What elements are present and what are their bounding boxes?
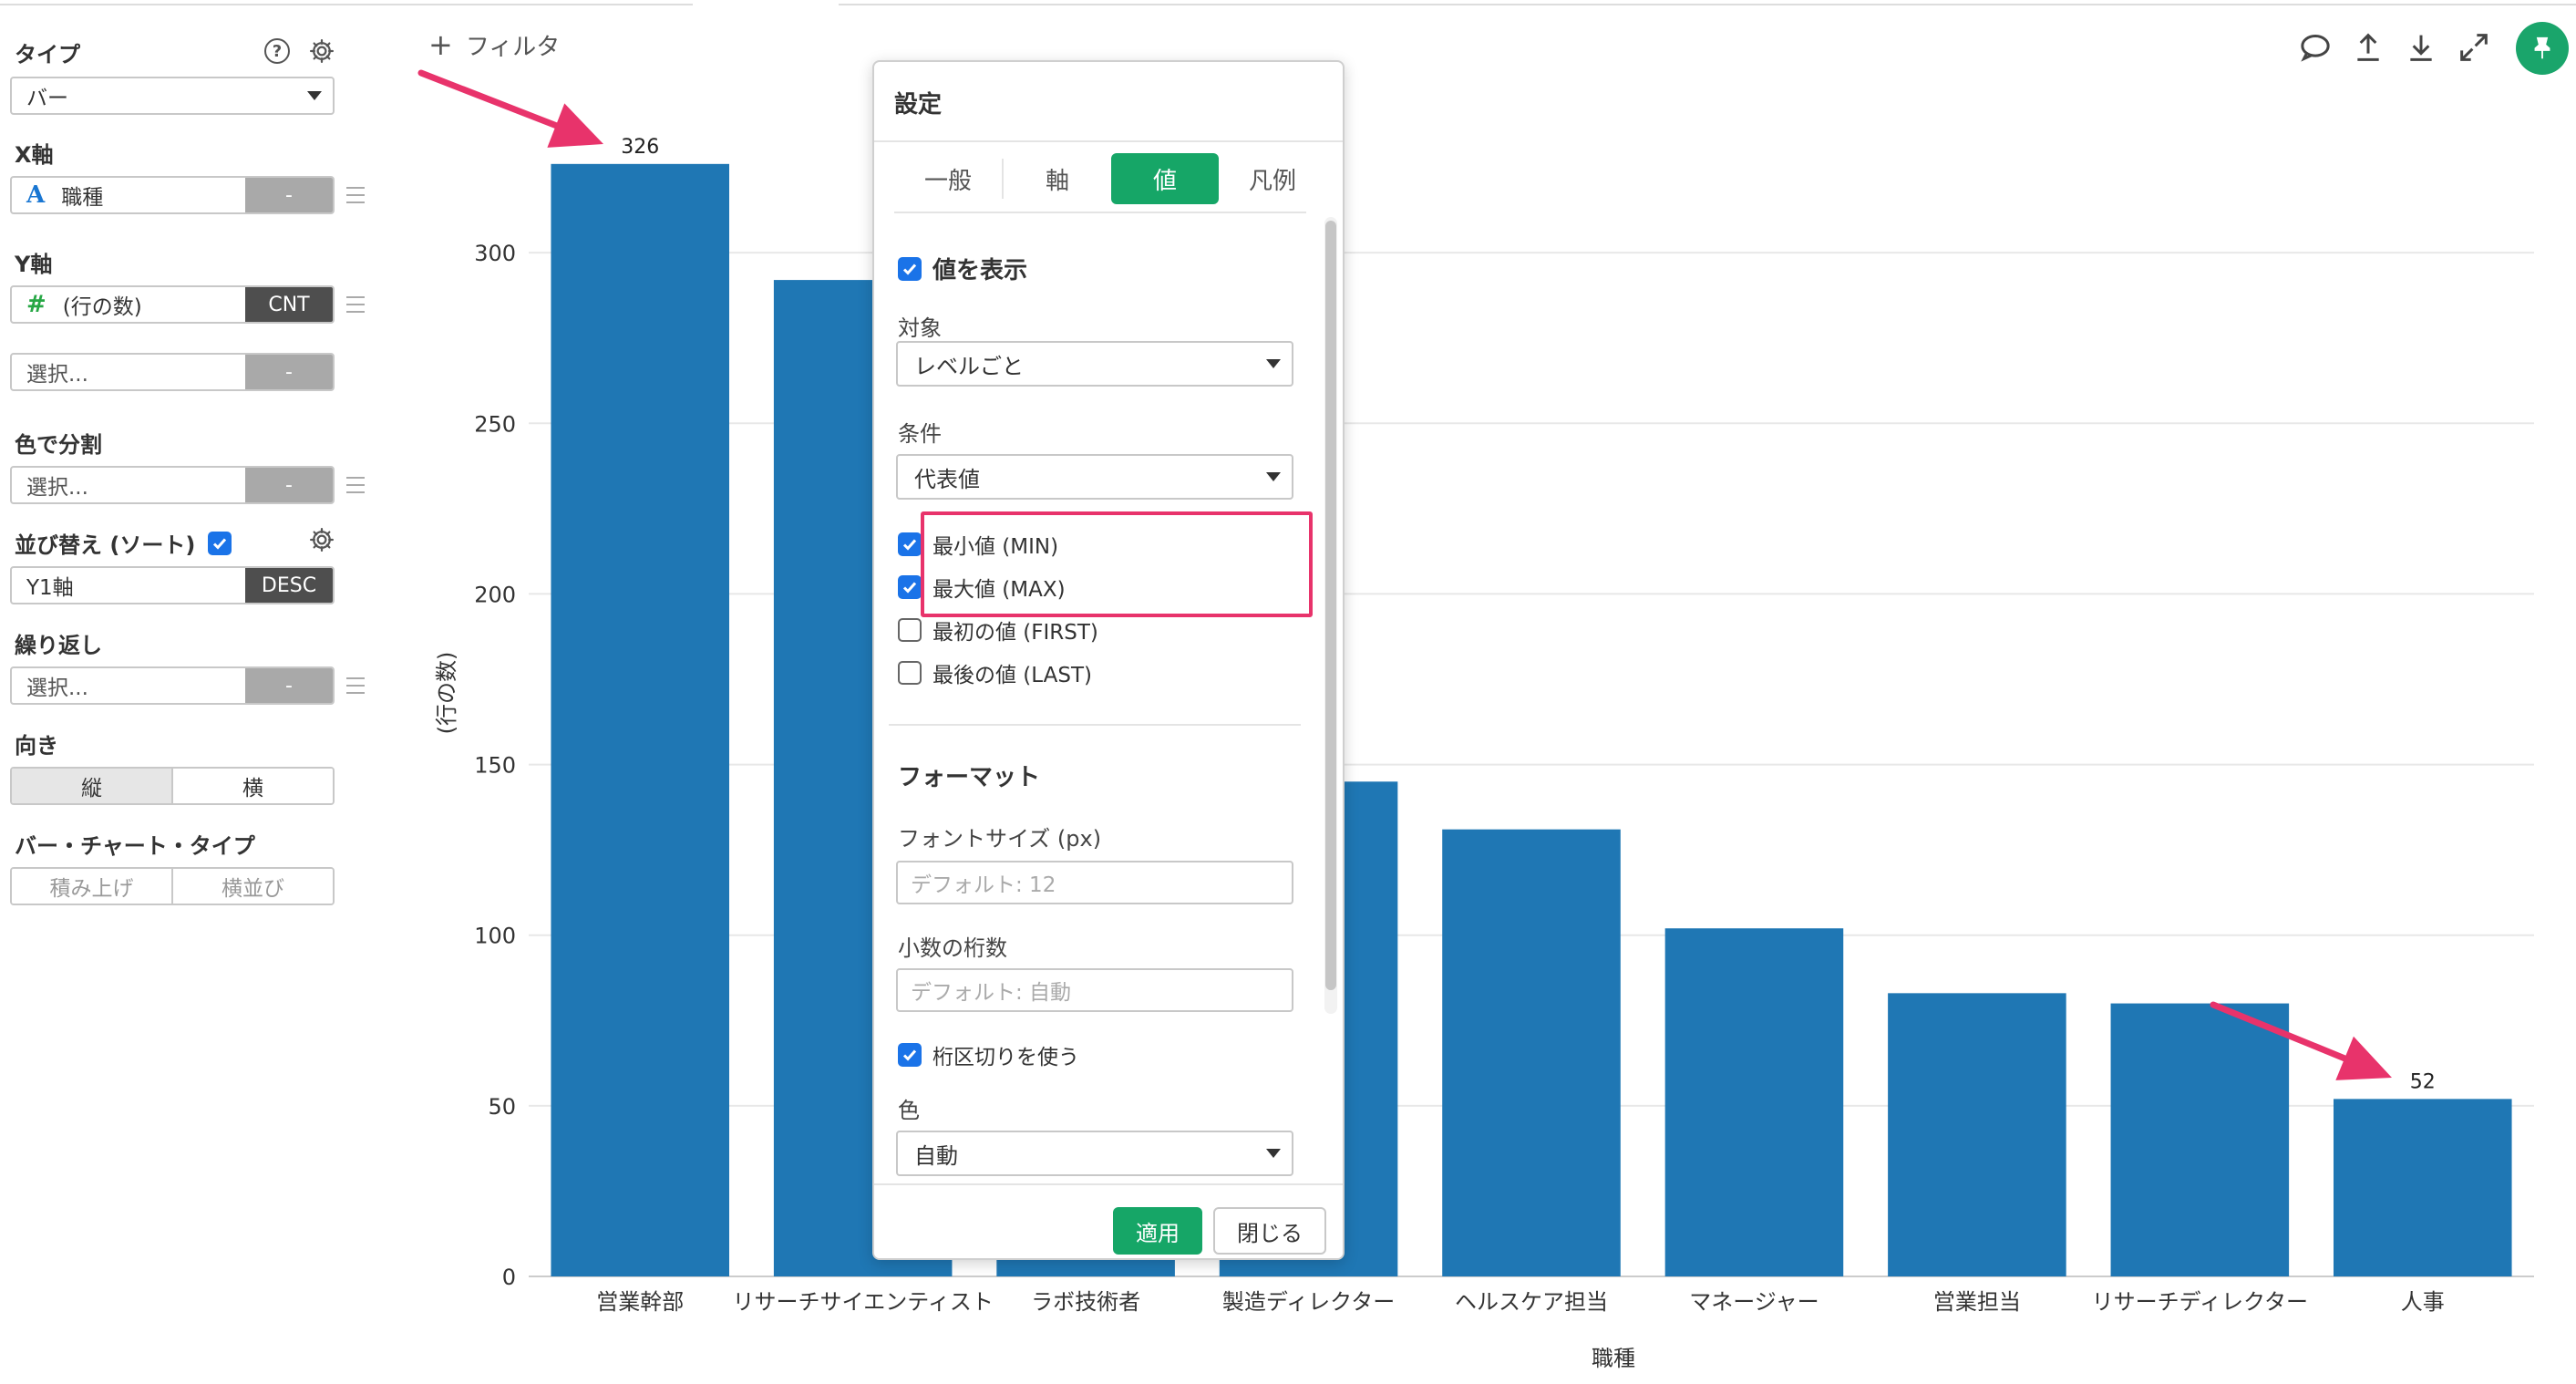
last-checkbox[interactable]: [898, 661, 922, 685]
dialog-scrollbar[interactable]: [1324, 217, 1337, 1014]
x-tick-label: 製造ディレクター: [1222, 1289, 1395, 1315]
apply-button[interactable]: 適用: [1113, 1207, 1202, 1255]
target-select[interactable]: レベルごと: [896, 341, 1293, 387]
y-tick-label: 300: [474, 241, 516, 266]
settings-dialog: 設定 一般 軸 値 凡例 値を表示 対象 レベルごと 条件 代表値 最小値 (M…: [872, 60, 1345, 1260]
color-label: 色: [898, 1098, 920, 1123]
annotation-arrow: [417, 69, 603, 148]
x-tick-label: 営業担当: [1933, 1289, 2021, 1315]
dialog-footer: 適用 閉じる: [874, 1183, 1343, 1258]
y-axis-title: (行の数): [434, 652, 459, 735]
y-tick-label: 0: [502, 1265, 516, 1290]
format-heading: フォーマット: [898, 764, 1041, 791]
tab-legend[interactable]: 凡例: [1219, 153, 1326, 204]
color-select[interactable]: 自動: [896, 1131, 1293, 1176]
first-checkbox[interactable]: [898, 618, 922, 642]
bar: [1442, 829, 1621, 1276]
x-tick-label: 営業幹部: [596, 1289, 684, 1315]
x-axis-title: 職種: [1592, 1346, 1635, 1371]
check-icon: [902, 263, 917, 275]
condition-select[interactable]: 代表値: [896, 454, 1293, 500]
bar: [2334, 1099, 2512, 1276]
x-tick-label: 人事: [2401, 1289, 2445, 1315]
bar: [1664, 928, 1844, 1276]
font-size-input[interactable]: デフォルト: 12: [896, 861, 1293, 904]
x-tick-label: リサーチディレクター: [2092, 1289, 2308, 1315]
target-label: 対象: [898, 315, 942, 341]
option-first-label: 最初の値 (FIRST): [933, 621, 1098, 645]
max-checkbox[interactable]: [898, 575, 922, 599]
show-values-row: 値を表示: [898, 252, 1027, 285]
bar: [551, 163, 729, 1276]
target-value: レベルごと: [914, 353, 1024, 379]
x-tick-label: リサーチサイエンティスト: [733, 1289, 994, 1315]
color-value: 自動: [914, 1142, 958, 1169]
chevron-down-icon: [1266, 472, 1281, 481]
option-last-label: 最後の値 (LAST): [933, 664, 1092, 687]
data-label: 326: [621, 136, 659, 159]
data-label: 52: [2410, 1070, 2436, 1093]
check-icon: [902, 1049, 917, 1061]
y-tick-label: 150: [474, 753, 516, 779]
thousands-checkbox[interactable]: [898, 1043, 922, 1067]
y-tick-label: 200: [474, 582, 516, 607]
option-last[interactable]: 最後の値 (LAST): [898, 657, 1092, 688]
font-size-label: フォントサイズ (px): [898, 826, 1102, 852]
decimals-label: 小数の桁数: [898, 935, 1007, 961]
condition-value: 代表値: [914, 466, 980, 492]
settings-tabs: 一般 軸 値 凡例: [894, 153, 1326, 204]
tab-axis[interactable]: 軸: [1004, 153, 1111, 204]
y-tick-label: 50: [488, 1094, 516, 1120]
y-tick-label: 100: [474, 924, 516, 949]
scrollbar-thumb[interactable]: [1325, 221, 1336, 990]
check-icon: [902, 582, 917, 594]
thousands-separator-option[interactable]: 桁区切りを使う: [898, 1039, 1079, 1070]
format-divider: [889, 724, 1301, 726]
min-checkbox[interactable]: [898, 532, 922, 556]
thousands-label: 桁区切りを使う: [933, 1046, 1079, 1069]
x-tick-label: ラボ技術者: [1031, 1289, 1140, 1315]
chevron-down-icon: [1266, 359, 1281, 368]
condition-label: 条件: [898, 421, 942, 447]
tab-values[interactable]: 値: [1111, 153, 1219, 204]
highlight-box: [921, 511, 1313, 617]
tabs-divider: [894, 212, 1306, 213]
x-tick-label: マネージャー: [1689, 1289, 1819, 1315]
show-values-checkbox[interactable]: [898, 256, 922, 281]
dialog-title-divider: [874, 140, 1343, 142]
x-tick-label: ヘルスケア担当: [1455, 1289, 1608, 1315]
close-button[interactable]: 閉じる: [1213, 1207, 1326, 1255]
y-tick-label: 250: [474, 411, 516, 437]
check-icon: [902, 539, 917, 551]
chevron-down-icon: [1266, 1149, 1281, 1158]
bar: [2110, 1003, 2290, 1276]
show-values-label: 値を表示: [933, 257, 1028, 284]
decimals-input[interactable]: デフォルト: 自動: [896, 968, 1293, 1012]
dialog-title: 設定: [894, 91, 943, 119]
option-first[interactable]: 最初の値 (FIRST): [898, 615, 1098, 646]
tab-general[interactable]: 一般: [894, 153, 1002, 204]
bar: [1888, 993, 2066, 1276]
